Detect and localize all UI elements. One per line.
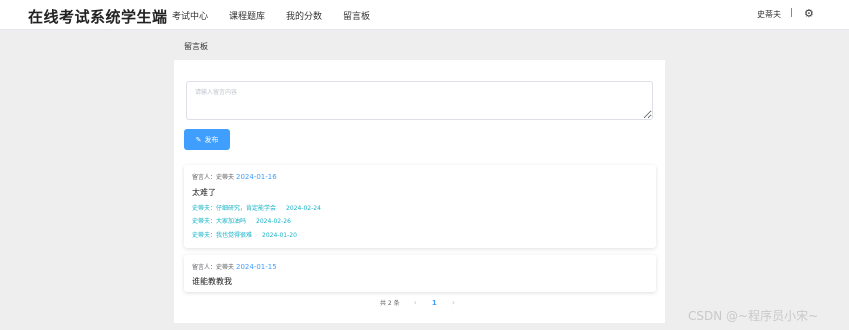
page-title: 留言板: [184, 42, 208, 51]
user-name[interactable]: 史蒂夫: [757, 9, 781, 20]
header-separator: |: [790, 8, 794, 18]
reply-item: 史蒂夫：我也觉得很难 2024-01-20: [192, 230, 297, 239]
reply-date: 2024-01-20: [262, 232, 297, 239]
message-author: 留言人：史蒂夫: [192, 174, 235, 181]
nav-course-bank[interactable]: 课程题库: [229, 9, 265, 22]
publish-label: 发布: [204, 135, 219, 144]
reply-text: 史蒂夫：我也觉得很难: [192, 232, 253, 239]
csdn-watermark: CSDN @~程序员小宋~: [688, 309, 819, 323]
message-content: 太难了: [192, 188, 216, 197]
next-page-icon[interactable]: ›: [452, 298, 455, 307]
edit-icon: ✎: [195, 135, 202, 144]
message-card: 留言人：史蒂夫 2024-01-15 谁能教教我: [184, 255, 656, 292]
message-date: 2024-01-15: [236, 263, 277, 271]
reply-text: 史蒂夫：大家加油吗: [192, 218, 247, 225]
prev-page-icon[interactable]: ‹: [414, 298, 417, 307]
message-meta: 留言人：史蒂夫 2024-01-16: [192, 172, 277, 181]
gear-icon[interactable]: ⚙: [804, 7, 814, 20]
nav-my-scores[interactable]: 我的分数: [286, 9, 322, 22]
main-nav: 考试中心 课程题库 我的分数 留言板: [172, 9, 391, 22]
message-date: 2024-01-16: [236, 173, 277, 181]
app-brand-title: 在线考试系统学生端: [28, 8, 168, 26]
reply-item: 史蒂夫：大家加油吗 2024-02-26: [192, 216, 291, 225]
message-content: 谁能教教我: [192, 277, 232, 286]
reply-date: 2024-02-26: [256, 218, 291, 225]
message-meta: 留言人：史蒂夫 2024-01-15: [192, 262, 277, 271]
message-card: 留言人：史蒂夫 2024-01-16 太难了 史蒂夫：仔细研究，肯定能学会 2024…: [184, 165, 656, 248]
nav-message-board[interactable]: 留言板: [343, 9, 370, 22]
top-navbar: 在线考试系统学生端 考试中心 课程题库 我的分数 留言板 史蒂夫 | ⚙: [0, 0, 849, 30]
page-number[interactable]: 1: [432, 299, 437, 307]
publish-button[interactable]: ✎ 发布: [184, 129, 230, 150]
reply-date: 2024-02-24: [286, 205, 321, 212]
message-author: 留言人：史蒂夫: [192, 264, 235, 271]
pagination: 共 2 条 ‹ 1 ›: [380, 298, 455, 307]
reply-item: 史蒂夫：仔细研究，肯定能学会 2024-02-24: [192, 203, 321, 212]
message-input[interactable]: [186, 81, 653, 120]
pagination-total: 共 2 条: [380, 300, 400, 307]
nav-exam-center[interactable]: 考试中心: [172, 9, 208, 22]
reply-text: 史蒂夫：仔细研究，肯定能学会: [192, 205, 277, 212]
